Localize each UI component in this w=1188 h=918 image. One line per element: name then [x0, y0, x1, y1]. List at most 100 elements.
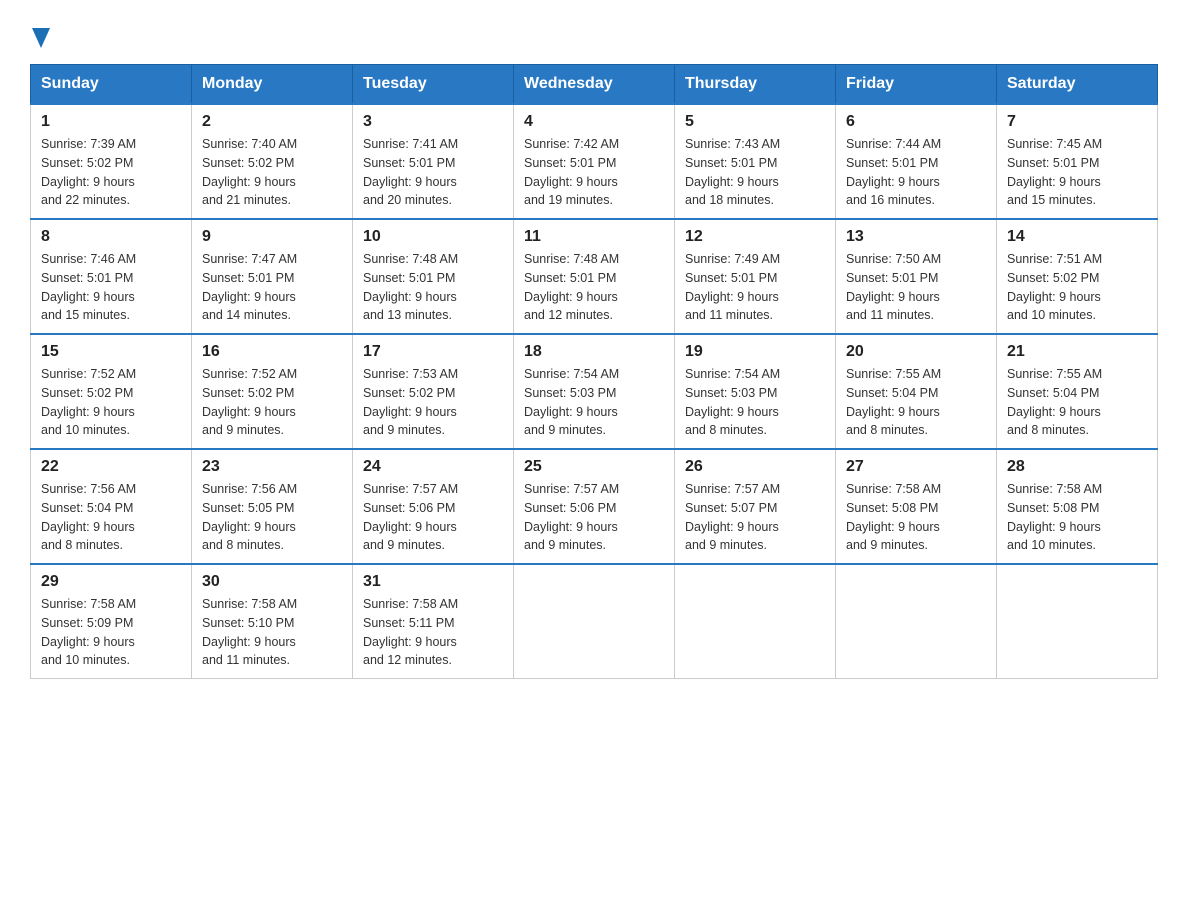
- day-info: Sunrise: 7:55 AM Sunset: 5:04 PM Dayligh…: [846, 365, 986, 440]
- day-info: Sunrise: 7:58 AM Sunset: 5:09 PM Dayligh…: [41, 595, 181, 670]
- day-info: Sunrise: 7:54 AM Sunset: 5:03 PM Dayligh…: [685, 365, 825, 440]
- day-number: 22: [41, 458, 181, 476]
- day-info: Sunrise: 7:48 AM Sunset: 5:01 PM Dayligh…: [363, 250, 503, 325]
- day-info: Sunrise: 7:53 AM Sunset: 5:02 PM Dayligh…: [363, 365, 503, 440]
- day-info: Sunrise: 7:58 AM Sunset: 5:10 PM Dayligh…: [202, 595, 342, 670]
- day-number: 31: [363, 573, 503, 591]
- day-info: Sunrise: 7:56 AM Sunset: 5:05 PM Dayligh…: [202, 480, 342, 555]
- day-number: 26: [685, 458, 825, 476]
- day-number: 29: [41, 573, 181, 591]
- day-info: Sunrise: 7:49 AM Sunset: 5:01 PM Dayligh…: [685, 250, 825, 325]
- calendar-cell: 17 Sunrise: 7:53 AM Sunset: 5:02 PM Dayl…: [353, 334, 514, 449]
- day-number: 15: [41, 343, 181, 361]
- calendar-cell: 2 Sunrise: 7:40 AM Sunset: 5:02 PM Dayli…: [192, 104, 353, 219]
- day-number: 12: [685, 228, 825, 246]
- weekday-wednesday: Wednesday: [514, 65, 675, 105]
- day-number: 5: [685, 113, 825, 131]
- day-info: Sunrise: 7:58 AM Sunset: 5:11 PM Dayligh…: [363, 595, 503, 670]
- day-info: Sunrise: 7:41 AM Sunset: 5:01 PM Dayligh…: [363, 135, 503, 210]
- day-number: 7: [1007, 113, 1147, 131]
- day-number: 13: [846, 228, 986, 246]
- day-number: 10: [363, 228, 503, 246]
- calendar-week-5: 29 Sunrise: 7:58 AM Sunset: 5:09 PM Dayl…: [31, 564, 1158, 679]
- calendar-body: 1 Sunrise: 7:39 AM Sunset: 5:02 PM Dayli…: [31, 104, 1158, 679]
- day-info: Sunrise: 7:40 AM Sunset: 5:02 PM Dayligh…: [202, 135, 342, 210]
- page-header: [30, 20, 1158, 46]
- day-info: Sunrise: 7:52 AM Sunset: 5:02 PM Dayligh…: [41, 365, 181, 440]
- calendar-week-4: 22 Sunrise: 7:56 AM Sunset: 5:04 PM Dayl…: [31, 449, 1158, 564]
- calendar-week-2: 8 Sunrise: 7:46 AM Sunset: 5:01 PM Dayli…: [31, 219, 1158, 334]
- weekday-thursday: Thursday: [675, 65, 836, 105]
- day-number: 3: [363, 113, 503, 131]
- calendar-cell: 25 Sunrise: 7:57 AM Sunset: 5:06 PM Dayl…: [514, 449, 675, 564]
- calendar-header: Sunday Monday Tuesday Wednesday Thursday…: [31, 65, 1158, 105]
- calendar-cell: 11 Sunrise: 7:48 AM Sunset: 5:01 PM Dayl…: [514, 219, 675, 334]
- day-number: 21: [1007, 343, 1147, 361]
- day-number: 4: [524, 113, 664, 131]
- calendar-cell: 13 Sunrise: 7:50 AM Sunset: 5:01 PM Dayl…: [836, 219, 997, 334]
- calendar-cell: 30 Sunrise: 7:58 AM Sunset: 5:10 PM Dayl…: [192, 564, 353, 679]
- weekday-saturday: Saturday: [997, 65, 1158, 105]
- calendar-cell: 8 Sunrise: 7:46 AM Sunset: 5:01 PM Dayli…: [31, 219, 192, 334]
- calendar-cell: [675, 564, 836, 679]
- calendar-cell: 6 Sunrise: 7:44 AM Sunset: 5:01 PM Dayli…: [836, 104, 997, 219]
- day-info: Sunrise: 7:55 AM Sunset: 5:04 PM Dayligh…: [1007, 365, 1147, 440]
- calendar-cell: 15 Sunrise: 7:52 AM Sunset: 5:02 PM Dayl…: [31, 334, 192, 449]
- calendar-cell: 19 Sunrise: 7:54 AM Sunset: 5:03 PM Dayl…: [675, 334, 836, 449]
- calendar-cell: 12 Sunrise: 7:49 AM Sunset: 5:01 PM Dayl…: [675, 219, 836, 334]
- weekday-monday: Monday: [192, 65, 353, 105]
- calendar-cell: [514, 564, 675, 679]
- day-number: 17: [363, 343, 503, 361]
- day-number: 14: [1007, 228, 1147, 246]
- calendar-cell: 29 Sunrise: 7:58 AM Sunset: 5:09 PM Dayl…: [31, 564, 192, 679]
- day-info: Sunrise: 7:50 AM Sunset: 5:01 PM Dayligh…: [846, 250, 986, 325]
- day-info: Sunrise: 7:58 AM Sunset: 5:08 PM Dayligh…: [846, 480, 986, 555]
- calendar-cell: 4 Sunrise: 7:42 AM Sunset: 5:01 PM Dayli…: [514, 104, 675, 219]
- day-info: Sunrise: 7:46 AM Sunset: 5:01 PM Dayligh…: [41, 250, 181, 325]
- calendar-cell: 18 Sunrise: 7:54 AM Sunset: 5:03 PM Dayl…: [514, 334, 675, 449]
- calendar-week-1: 1 Sunrise: 7:39 AM Sunset: 5:02 PM Dayli…: [31, 104, 1158, 219]
- calendar-cell: 24 Sunrise: 7:57 AM Sunset: 5:06 PM Dayl…: [353, 449, 514, 564]
- calendar-cell: 26 Sunrise: 7:57 AM Sunset: 5:07 PM Dayl…: [675, 449, 836, 564]
- day-info: Sunrise: 7:57 AM Sunset: 5:06 PM Dayligh…: [363, 480, 503, 555]
- day-number: 8: [41, 228, 181, 246]
- day-number: 1: [41, 113, 181, 131]
- day-info: Sunrise: 7:57 AM Sunset: 5:07 PM Dayligh…: [685, 480, 825, 555]
- day-info: Sunrise: 7:39 AM Sunset: 5:02 PM Dayligh…: [41, 135, 181, 210]
- calendar-cell: 27 Sunrise: 7:58 AM Sunset: 5:08 PM Dayl…: [836, 449, 997, 564]
- day-info: Sunrise: 7:42 AM Sunset: 5:01 PM Dayligh…: [524, 135, 664, 210]
- calendar-week-3: 15 Sunrise: 7:52 AM Sunset: 5:02 PM Dayl…: [31, 334, 1158, 449]
- weekday-friday: Friday: [836, 65, 997, 105]
- calendar-cell: 16 Sunrise: 7:52 AM Sunset: 5:02 PM Dayl…: [192, 334, 353, 449]
- calendar-cell: 23 Sunrise: 7:56 AM Sunset: 5:05 PM Dayl…: [192, 449, 353, 564]
- calendar-cell: 5 Sunrise: 7:43 AM Sunset: 5:01 PM Dayli…: [675, 104, 836, 219]
- calendar-cell: 31 Sunrise: 7:58 AM Sunset: 5:11 PM Dayl…: [353, 564, 514, 679]
- day-info: Sunrise: 7:44 AM Sunset: 5:01 PM Dayligh…: [846, 135, 986, 210]
- logo-triangle-icon: [32, 28, 50, 48]
- calendar-cell: 20 Sunrise: 7:55 AM Sunset: 5:04 PM Dayl…: [836, 334, 997, 449]
- day-info: Sunrise: 7:47 AM Sunset: 5:01 PM Dayligh…: [202, 250, 342, 325]
- calendar-cell: 3 Sunrise: 7:41 AM Sunset: 5:01 PM Dayli…: [353, 104, 514, 219]
- day-info: Sunrise: 7:48 AM Sunset: 5:01 PM Dayligh…: [524, 250, 664, 325]
- day-info: Sunrise: 7:51 AM Sunset: 5:02 PM Dayligh…: [1007, 250, 1147, 325]
- calendar-cell: 14 Sunrise: 7:51 AM Sunset: 5:02 PM Dayl…: [997, 219, 1158, 334]
- day-info: Sunrise: 7:56 AM Sunset: 5:04 PM Dayligh…: [41, 480, 181, 555]
- day-number: 28: [1007, 458, 1147, 476]
- day-info: Sunrise: 7:54 AM Sunset: 5:03 PM Dayligh…: [524, 365, 664, 440]
- day-number: 16: [202, 343, 342, 361]
- day-number: 19: [685, 343, 825, 361]
- day-info: Sunrise: 7:45 AM Sunset: 5:01 PM Dayligh…: [1007, 135, 1147, 210]
- day-number: 6: [846, 113, 986, 131]
- day-number: 2: [202, 113, 342, 131]
- day-info: Sunrise: 7:52 AM Sunset: 5:02 PM Dayligh…: [202, 365, 342, 440]
- logo: [30, 28, 50, 46]
- day-info: Sunrise: 7:57 AM Sunset: 5:06 PM Dayligh…: [524, 480, 664, 555]
- day-number: 30: [202, 573, 342, 591]
- day-number: 18: [524, 343, 664, 361]
- day-info: Sunrise: 7:43 AM Sunset: 5:01 PM Dayligh…: [685, 135, 825, 210]
- day-info: Sunrise: 7:58 AM Sunset: 5:08 PM Dayligh…: [1007, 480, 1147, 555]
- calendar-cell: 10 Sunrise: 7:48 AM Sunset: 5:01 PM Dayl…: [353, 219, 514, 334]
- calendar-cell: 1 Sunrise: 7:39 AM Sunset: 5:02 PM Dayli…: [31, 104, 192, 219]
- calendar-cell: 21 Sunrise: 7:55 AM Sunset: 5:04 PM Dayl…: [997, 334, 1158, 449]
- calendar-table: Sunday Monday Tuesday Wednesday Thursday…: [30, 64, 1158, 679]
